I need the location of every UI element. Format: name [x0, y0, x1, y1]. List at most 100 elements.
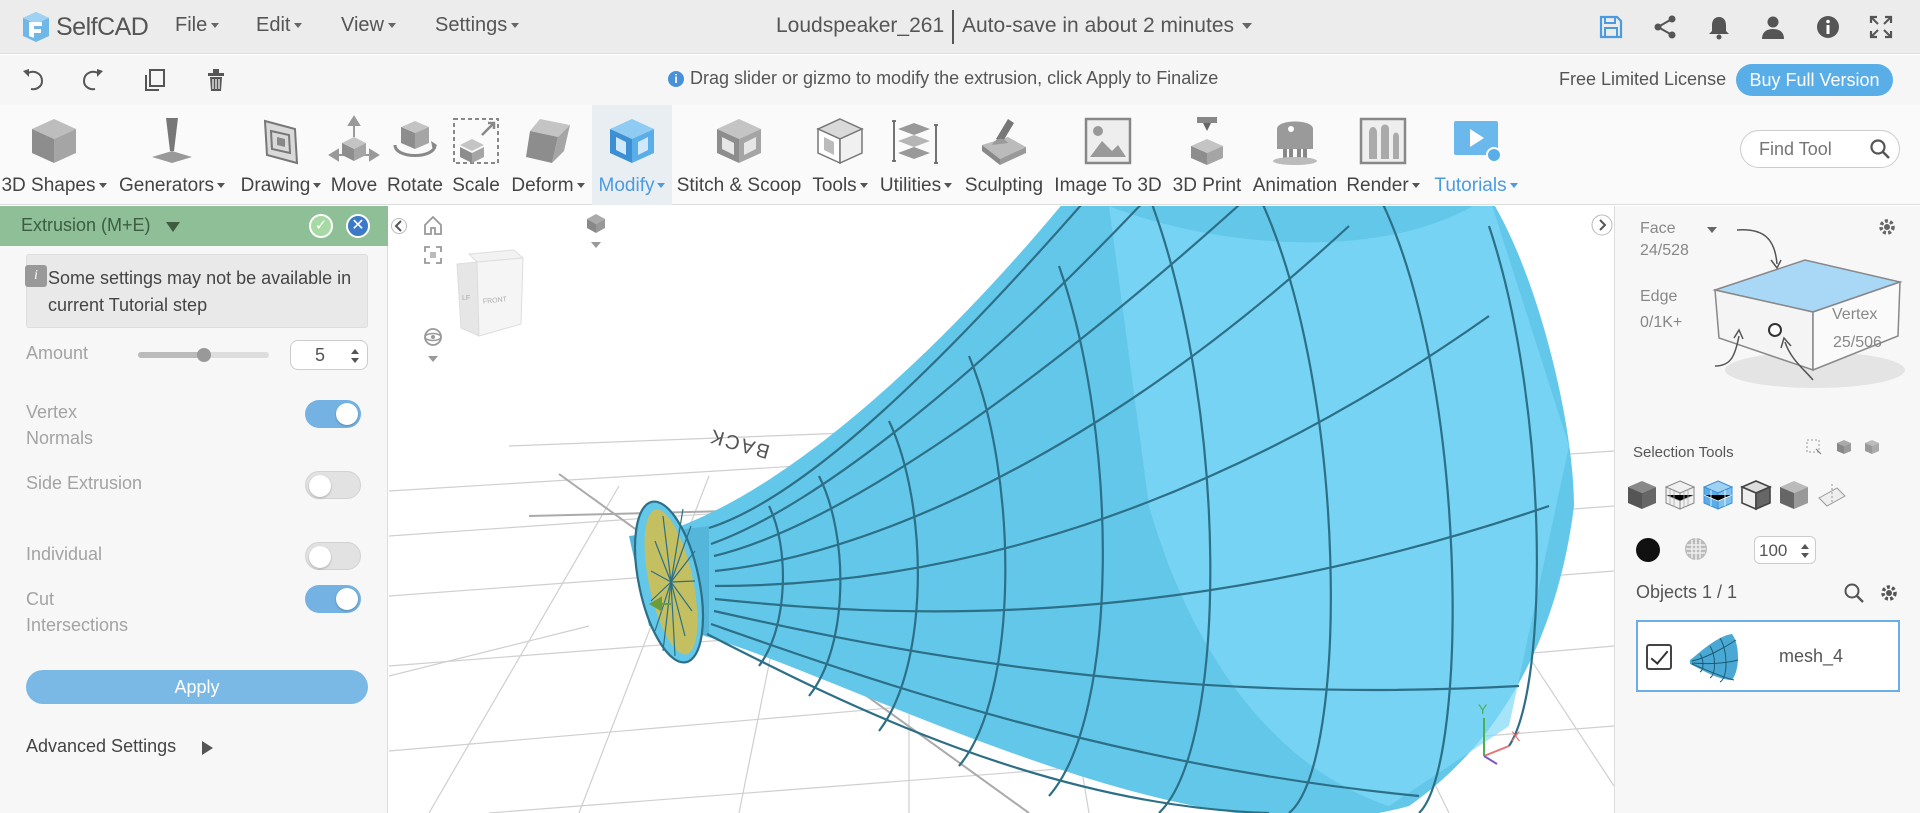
tool-label: Modify — [592, 175, 672, 197]
object-list-item[interactable]: mesh_4 — [1636, 620, 1900, 692]
tool-label: Sculpting — [964, 175, 1044, 196]
opacity-stepper[interactable] — [1754, 536, 1816, 564]
vertex-mode-label[interactable]: Vertex — [1832, 306, 1877, 324]
user-account-icon[interactable] — [1760, 14, 1786, 40]
tool-tools[interactable]: Tools — [806, 105, 874, 205]
select-faces-icon[interactable] — [1701, 478, 1735, 512]
3d-viewport[interactable]: BACK FRONT LF Y X — [389, 206, 1614, 813]
notifications-bell-icon[interactable] — [1706, 14, 1732, 40]
collapse-right-panel-icon[interactable] — [1591, 212, 1613, 238]
search-icon[interactable] — [1843, 582, 1865, 604]
undo-icon[interactable] — [20, 67, 46, 93]
view-cube[interactable]: FRONT LF — [456, 249, 525, 337]
menu-file[interactable]: File — [175, 14, 219, 37]
find-tool-input[interactable] — [1759, 139, 1869, 160]
chevron-down-icon[interactable] — [590, 240, 602, 250]
amount-input[interactable] — [291, 345, 349, 366]
toggle-knob — [309, 546, 331, 568]
orbit-view-icon[interactable] — [422, 326, 444, 348]
redo-icon[interactable] — [80, 67, 106, 93]
side-extrusion-toggle[interactable] — [305, 471, 361, 499]
home-view-icon[interactable] — [422, 214, 444, 236]
buy-full-version-button[interactable]: Buy Full Version — [1736, 64, 1893, 96]
tool-sculpting[interactable]: Sculpting — [958, 105, 1050, 205]
tool-label: Move — [330, 175, 378, 196]
amount-slider-handle[interactable] — [196, 348, 211, 362]
app-logo[interactable]: SelfCAD — [20, 8, 149, 46]
fullscreen-icon[interactable] — [1868, 14, 1894, 40]
panel-title[interactable]: Extrusion (M+E) — [21, 215, 151, 236]
select-solid-icon[interactable] — [1863, 438, 1881, 456]
close-icon[interactable]: ✕ — [346, 214, 370, 238]
tool-tutorials[interactable]: Tutorials — [1424, 105, 1528, 205]
search-icon[interactable] — [1869, 138, 1891, 160]
color-swatch-black[interactable] — [1636, 538, 1660, 562]
tool-modify[interactable]: Modify — [592, 105, 672, 205]
select-edges-icon[interactable] — [1739, 478, 1773, 512]
mesh-thumbnail — [1690, 634, 1739, 683]
tool-label: Deform — [504, 175, 592, 197]
stepper-up-icon[interactable] — [351, 349, 359, 354]
select-mesh-icon[interactable] — [1625, 478, 1659, 512]
chevron-right-icon[interactable] — [202, 741, 213, 755]
autosave-status[interactable]: Auto-save in about 2 minutes — [962, 14, 1252, 38]
advanced-settings-toggle[interactable]: Advanced Settings — [26, 736, 176, 757]
cut-intersections-toggle[interactable] — [305, 585, 361, 613]
stitch-scoop-icon — [717, 119, 761, 163]
hint-info-icon: i — [668, 70, 684, 87]
mesh-object[interactable] — [623, 206, 1574, 813]
edge-mode-label[interactable]: Edge — [1640, 288, 1677, 306]
tool-3d-print[interactable]: 3D Print — [1166, 105, 1248, 205]
delete-trash-icon[interactable] — [203, 67, 229, 93]
select-rect-icon[interactable] — [1805, 438, 1823, 456]
menu-edit[interactable]: Edit — [256, 14, 302, 37]
chevron-down-icon[interactable] — [166, 222, 180, 232]
tool-stitch-scoop[interactable]: Stitch & Scoop — [672, 105, 806, 205]
fit-view-icon[interactable] — [422, 244, 444, 266]
apply-button[interactable]: Apply — [26, 670, 368, 704]
tool-image-to-3d[interactable]: Image To 3D — [1050, 105, 1166, 205]
amount-stepper[interactable] — [290, 340, 368, 370]
vertex-normals-toggle[interactable] — [305, 400, 361, 428]
document-title[interactable]: Loudspeaker_261 — [776, 14, 944, 38]
chevron-down-icon[interactable] — [427, 354, 439, 364]
collapse-left-panel-icon[interactable] — [391, 214, 407, 238]
stepper-up-icon[interactable] — [1801, 544, 1809, 549]
individual-toggle[interactable] — [305, 542, 361, 570]
select-half-icon[interactable] — [1777, 478, 1811, 512]
menu-view[interactable]: View — [341, 14, 396, 37]
select-object-icon[interactable] — [1835, 438, 1853, 456]
share-icon[interactable] — [1652, 14, 1678, 40]
select-wireframe-icon[interactable] — [1663, 478, 1697, 512]
gear-icon[interactable] — [1878, 582, 1900, 604]
face-mode-label[interactable]: Face — [1640, 220, 1676, 238]
object-visibility-checkbox[interactable] — [1646, 644, 1672, 670]
tool-3d-shapes[interactable]: 3D Shapes — [0, 105, 108, 205]
tool-drawing[interactable]: Drawing — [236, 105, 326, 205]
tool-rotate[interactable]: Rotate — [382, 105, 448, 205]
stepper-down-icon[interactable] — [351, 358, 359, 363]
tool-scale[interactable]: Scale — [448, 105, 504, 205]
confirm-check-icon[interactable]: ✓ — [309, 214, 333, 238]
tool-generators[interactable]: Generators — [108, 105, 236, 205]
scene-canvas[interactable]: BACK FRONT LF Y X — [389, 206, 1614, 813]
save-icon[interactable] — [1598, 14, 1624, 40]
amount-slider[interactable] — [138, 348, 269, 362]
tool-utilities[interactable]: Utilities — [874, 105, 958, 205]
info-icon[interactable] — [1815, 14, 1841, 40]
tool-move[interactable]: Move — [326, 105, 382, 205]
tool-deform[interactable]: Deform — [504, 105, 592, 205]
opacity-input[interactable] — [1759, 541, 1799, 561]
texture-pattern-icon[interactable] — [1683, 536, 1709, 562]
select-plane-icon[interactable] — [1815, 478, 1849, 512]
tool-render[interactable]: Render — [1342, 105, 1424, 205]
selection-tools-label: Selection Tools — [1633, 444, 1734, 461]
perspective-cube-icon[interactable] — [585, 212, 607, 234]
individual-label: Individual — [26, 544, 103, 564]
cube-icon — [32, 119, 76, 163]
menu-settings[interactable]: Settings — [435, 14, 519, 37]
copy-icon[interactable] — [142, 67, 168, 93]
tool-animation[interactable]: Animation — [1248, 105, 1342, 205]
find-tool-search[interactable] — [1740, 130, 1900, 168]
stepper-down-icon[interactable] — [1801, 553, 1809, 558]
